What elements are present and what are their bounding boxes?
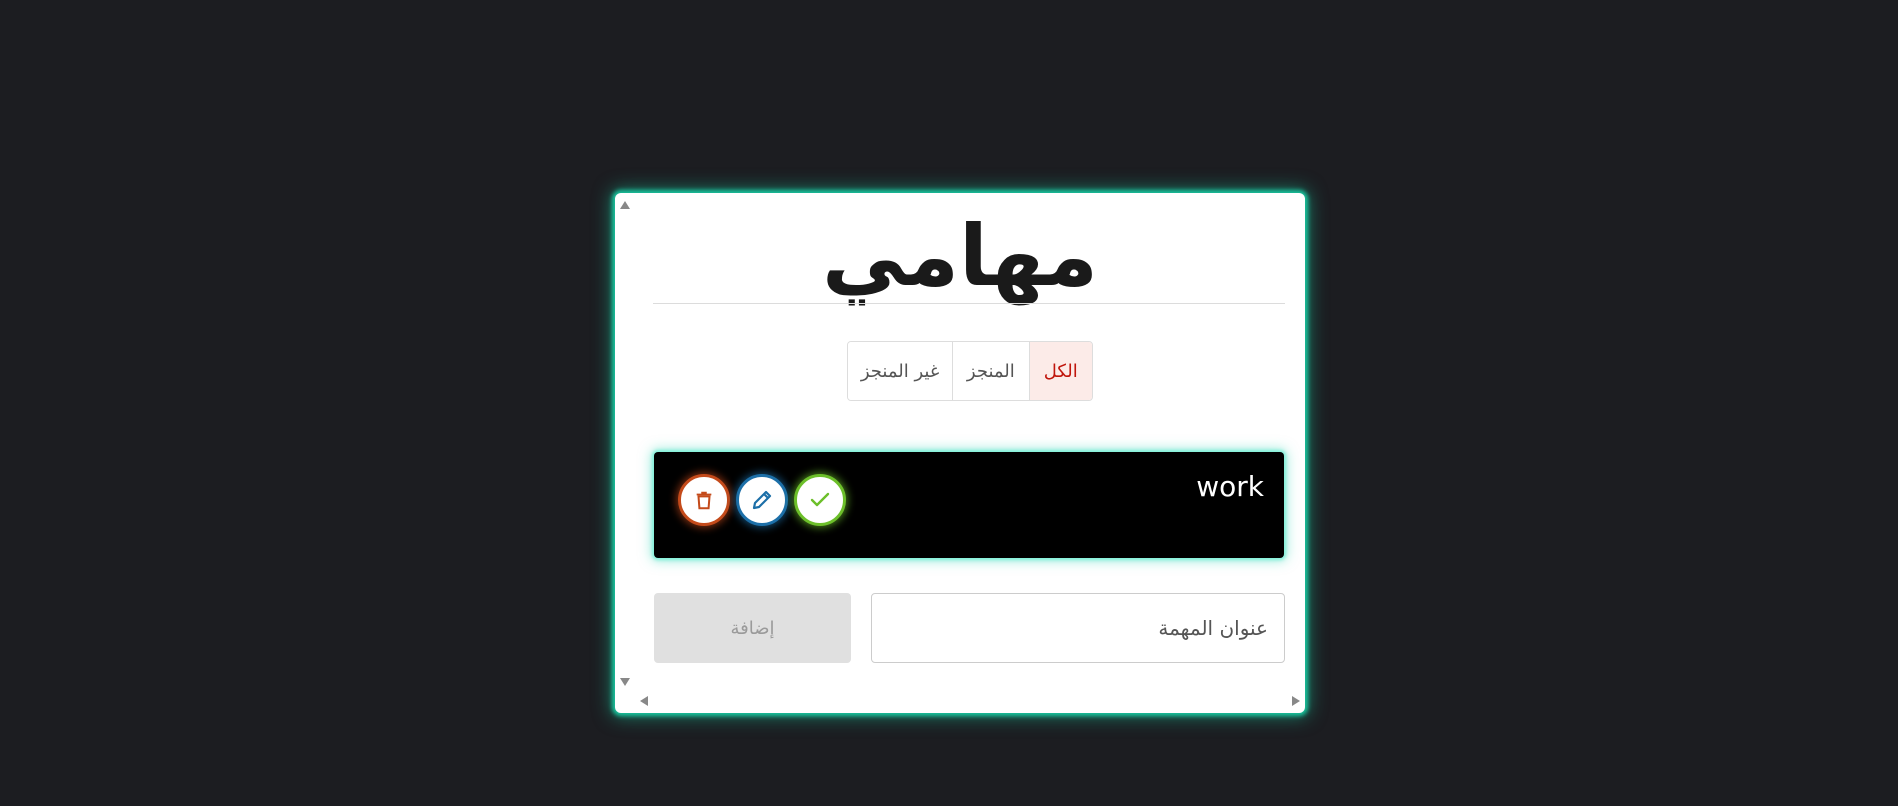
scroll-right-arrow[interactable] bbox=[1292, 696, 1300, 706]
scroll-down-arrow[interactable] bbox=[620, 678, 630, 686]
delete-task-button[interactable] bbox=[678, 474, 730, 526]
edit-task-button[interactable] bbox=[736, 474, 788, 526]
filter-all-button[interactable]: الكل bbox=[1028, 342, 1092, 400]
pencil-icon bbox=[752, 490, 772, 510]
filter-undone-button[interactable]: غير المنجز bbox=[848, 342, 953, 400]
task-actions bbox=[678, 474, 846, 526]
add-task-form: إضافة bbox=[654, 593, 1285, 663]
task-title-input[interactable] bbox=[871, 593, 1285, 663]
task-item: work bbox=[654, 452, 1284, 558]
scroll-left-arrow[interactable] bbox=[640, 696, 648, 706]
filter-done-button[interactable]: المنجز bbox=[952, 342, 1029, 400]
todo-card: مهامي الكل المنجز غير المنجز work إضافة … bbox=[615, 193, 1305, 713]
scroll-up-arrow[interactable] bbox=[620, 201, 630, 209]
page-title: مهامي bbox=[822, 207, 1098, 305]
complete-task-button[interactable] bbox=[794, 474, 846, 526]
task-title: work bbox=[1196, 470, 1264, 503]
trash-icon bbox=[696, 491, 712, 510]
title-divider bbox=[653, 303, 1285, 304]
filter-group: الكل المنجز غير المنجز bbox=[847, 341, 1093, 401]
add-task-button[interactable]: إضافة bbox=[654, 593, 851, 663]
check-icon bbox=[810, 492, 830, 507]
